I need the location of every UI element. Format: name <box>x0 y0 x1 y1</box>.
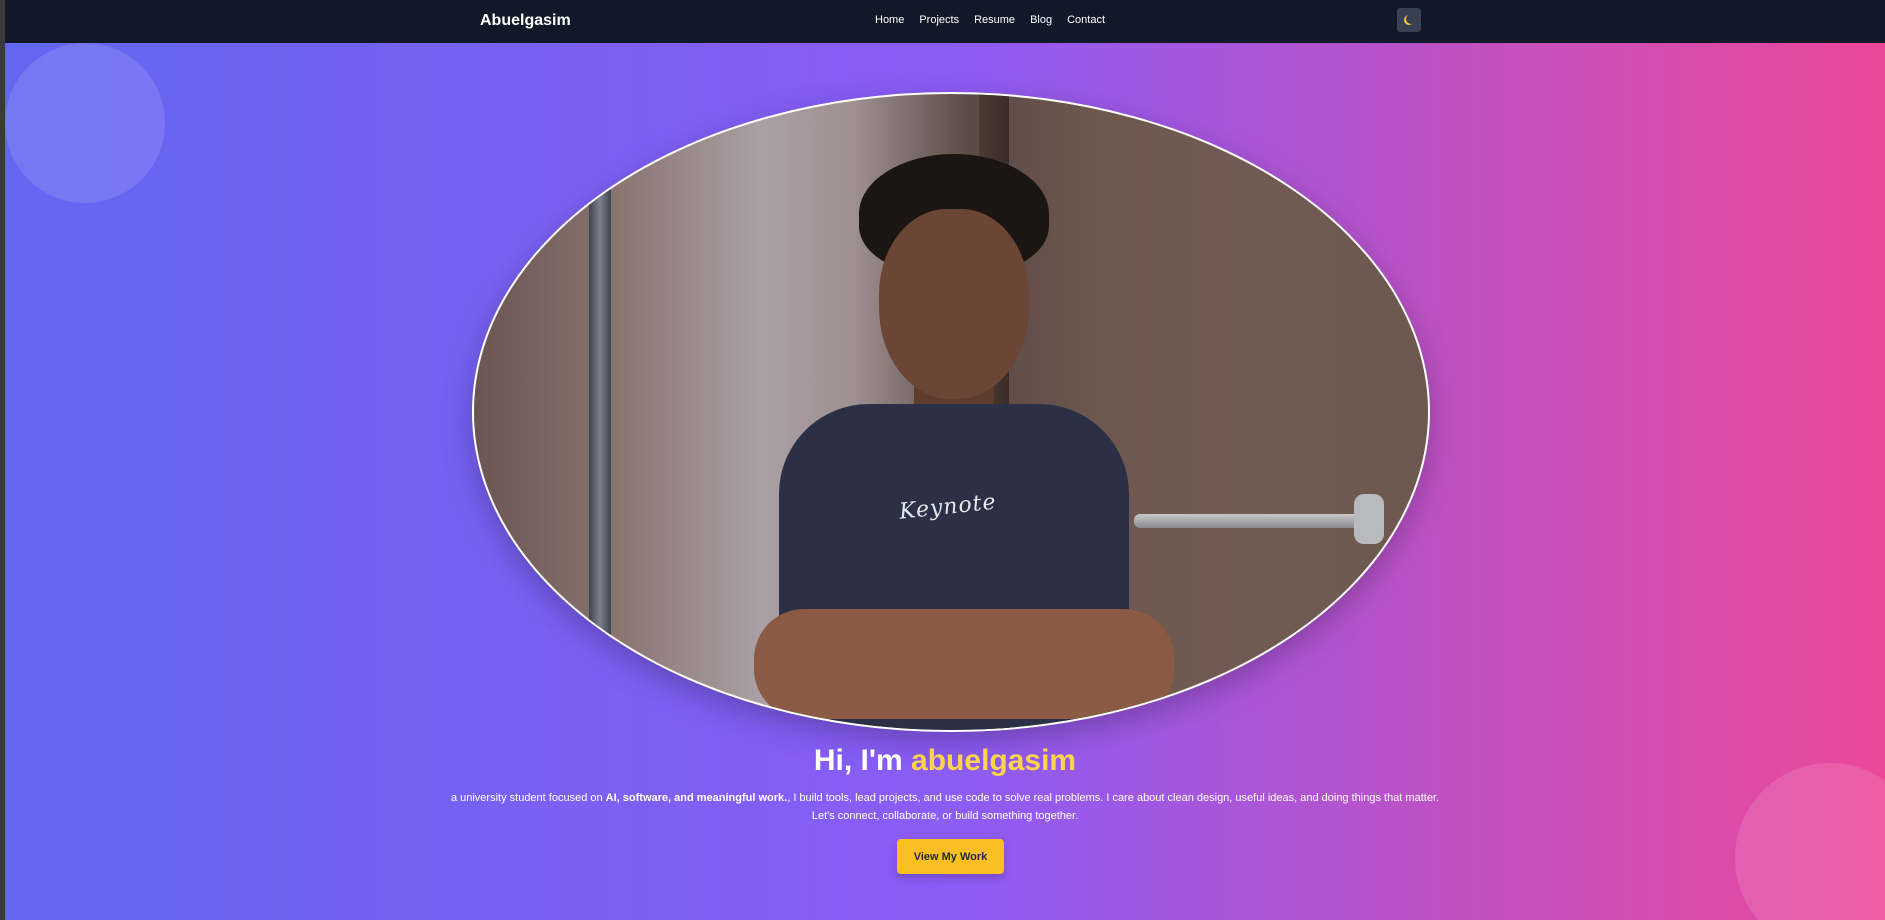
decorative-circle-top-left <box>5 43 165 203</box>
nav-link-projects[interactable]: Projects <box>919 14 959 26</box>
photo-background-door-knob <box>1354 494 1384 544</box>
moon-icon <box>1406 14 1416 24</box>
hero-heading: Hi, I'm abuelgasim <box>5 744 1885 778</box>
person-face <box>879 209 1029 399</box>
person-crossed-arms <box>754 609 1174 719</box>
theme-toggle-button[interactable] <box>1397 8 1421 32</box>
nav-links: Home Projects Resume Blog Contact <box>875 14 1105 26</box>
hero-desc-bold: AI, software, and meaningful work. <box>605 792 788 804</box>
profile-photo: Keynote <box>472 92 1430 732</box>
nav-link-resume[interactable]: Resume <box>974 14 1015 26</box>
nav-link-blog[interactable]: Blog <box>1030 14 1052 26</box>
hero-desc-rest: , I build tools, lead projects, and use … <box>787 792 1440 804</box>
hero-greeting: Hi, I'm <box>813 744 903 777</box>
hero-description: a university student focused on AI, soft… <box>5 789 1885 825</box>
photo-background-door-edge <box>589 134 611 694</box>
hero-desc-line2: Let's connect, collaborate, or build som… <box>811 810 1079 822</box>
nav-link-contact[interactable]: Contact <box>1067 14 1105 26</box>
hero-desc-prefix: a university student focused on <box>450 792 606 804</box>
brand-logo[interactable]: Abuelgasim <box>480 12 571 30</box>
person-figure: Keynote <box>724 154 1184 730</box>
hero-section: Keynote Hi, I'm abuelgasim a university … <box>5 43 1885 920</box>
decorative-circle-bottom-right <box>1735 763 1885 920</box>
navbar: Abuelgasim Home Projects Resume Blog Con… <box>5 0 1885 43</box>
view-my-work-button[interactable]: View My Work <box>897 839 1004 874</box>
nav-link-home[interactable]: Home <box>875 14 904 26</box>
hero-name: abuelgasim <box>911 744 1077 777</box>
